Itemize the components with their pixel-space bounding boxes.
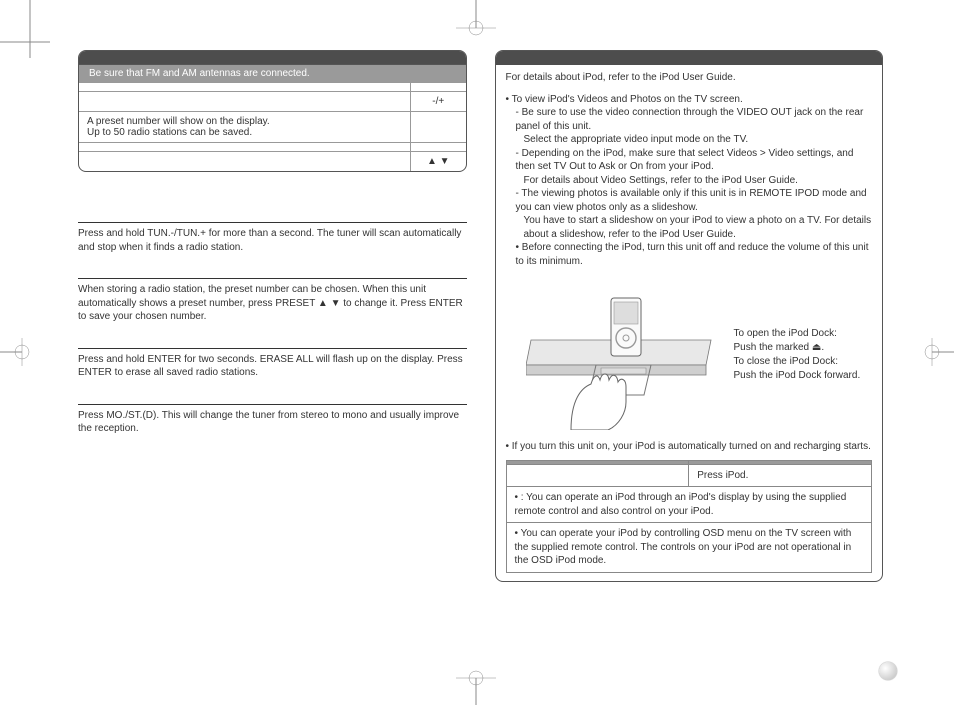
dock-open-label: To open the iPod Dock: xyxy=(734,327,861,341)
auto-scan-text: Press and hold TUN.-/TUN.+ for more than… xyxy=(78,227,467,254)
section-mono-stereo: Press MO./ST.(D). This will change the t… xyxy=(78,404,467,436)
ipod-note-settings: - Depending on the iPod, make sure that … xyxy=(506,147,873,174)
section-erase-all: Press and hold ENTER for two seconds. ER… xyxy=(78,348,467,380)
page-number-circle xyxy=(879,662,897,680)
ipod-bullet-view: • To view iPod's Videos and Photos on th… xyxy=(506,93,873,107)
ipod-note-settings2: For details about Video Settings, refer … xyxy=(506,174,873,188)
mode-remote-text: • : You can operate an iPod through an i… xyxy=(506,487,872,523)
ipod-dock-icon xyxy=(526,280,716,430)
ipod-modes-table: Press iPod. • : You can operate an iPod … xyxy=(506,460,873,573)
dock-close-label: To close the iPod Dock: xyxy=(734,355,861,369)
tuner-panel-subheader: Be sure that FM and AM antennas are conn… xyxy=(79,65,466,82)
ipod-intro: For details about iPod, refer to the iPo… xyxy=(506,71,873,85)
section-store-preset: When storing a radio station, the preset… xyxy=(78,278,467,324)
tuner-table: -/+ A preset number will show on the dis… xyxy=(79,82,466,171)
ipod-dock-figure: To open the iPod Dock: Push the marked ⏏… xyxy=(526,280,873,430)
tuner-panel: Be sure that FM and AM antennas are conn… xyxy=(78,50,467,172)
ipod-recharge-note: • If you turn this unit on, your iPod is… xyxy=(506,440,873,454)
left-column: Be sure that FM and AM antennas are conn… xyxy=(78,50,467,660)
mono-stereo-text: Press MO./ST.(D). This will change the t… xyxy=(78,409,467,436)
ipod-panel-header xyxy=(496,51,883,65)
ipod-note-photos2: You have to start a slideshow on your iP… xyxy=(506,214,873,241)
mode-osd-text: • You can operate your iPod by controlli… xyxy=(506,523,872,573)
tune-keys: -/+ xyxy=(411,92,466,112)
ipod-note-inputmode: Select the appropriate video input mode … xyxy=(506,133,873,147)
section-auto-scan: Press and hold TUN.-/TUN.+ for more than… xyxy=(78,222,467,254)
ipod-dock-instructions: To open the iPod Dock: Push the marked ⏏… xyxy=(734,327,861,383)
mode-press-ipod: Press iPod. xyxy=(689,464,872,487)
store-preset-text: When storing a radio station, the preset… xyxy=(78,283,467,324)
dock-open-action: Push the marked ⏏. xyxy=(734,341,861,355)
tuner-panel-header xyxy=(79,51,466,65)
ipod-note-photos: - The viewing photos is available only i… xyxy=(506,187,873,214)
ipod-bullet-before: • Before connecting the iPod, turn this … xyxy=(506,241,873,268)
ipod-note-videoout: - Be sure to use the video connection th… xyxy=(506,106,873,133)
right-column: For details about iPod, refer to the iPo… xyxy=(495,50,884,660)
dock-close-action: Push the iPod Dock forward. xyxy=(734,369,861,383)
ipod-panel: For details about iPod, refer to the iPo… xyxy=(495,50,884,582)
preset-arrows: ▲ ▼ xyxy=(411,152,466,172)
erase-all-text: Press and hold ENTER for two seconds. ER… xyxy=(78,353,467,380)
preset-note: A preset number will show on the display… xyxy=(79,112,411,143)
manual-page: Be sure that FM and AM antennas are conn… xyxy=(78,50,883,660)
